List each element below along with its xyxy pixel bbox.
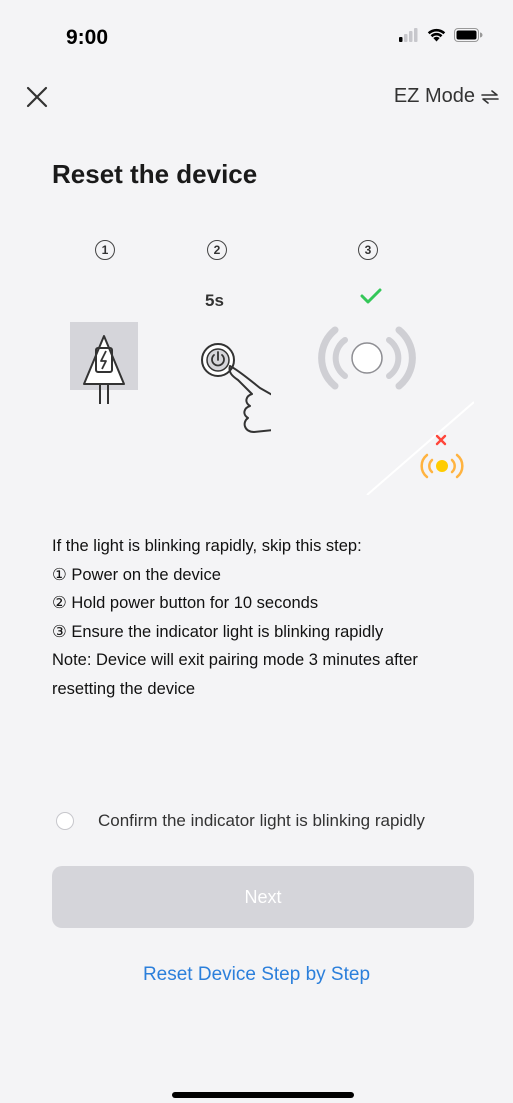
status-time: 9:00	[66, 26, 109, 49]
step-number-2: 2	[207, 240, 227, 260]
step-1-panel: 1	[52, 212, 158, 495]
radio-circle-icon[interactable]	[56, 812, 74, 830]
status-icons	[399, 27, 483, 42]
instruction-step-1: ① Power on the device	[52, 565, 221, 584]
battery-icon	[454, 27, 483, 42]
reset-step-by-step-link[interactable]: Reset Device Step by Step	[0, 964, 513, 986]
swap-arrows-icon	[481, 89, 499, 104]
instruction-step-3: ③ Ensure the indicator light is blinking…	[52, 622, 384, 641]
close-icon[interactable]	[24, 84, 50, 110]
ez-mode-toggle[interactable]: EZ Mode	[394, 85, 499, 108]
reset-illustration: 1 2 5s 3	[52, 212, 474, 495]
status-bar: 9:00	[0, 0, 513, 70]
page-title: Reset the device	[52, 159, 258, 189]
instruction-step-2: ② Hold power button for 10 seconds	[52, 594, 319, 612]
instructions-intro: If the light is blinking rapidly, skip t…	[52, 537, 362, 555]
instructions: If the light is blinking rapidly, skip t…	[52, 532, 482, 703]
slow-blinking-light-icon	[420, 453, 464, 479]
step-number-1: 1	[95, 240, 115, 260]
power-plug-icon	[70, 322, 138, 404]
step-3-panel: 3	[277, 212, 474, 495]
finger-press-power-button-icon	[201, 343, 271, 433]
confirm-label: Confirm the indicator light is blinking …	[98, 811, 425, 830]
instructions-note: Note: Device will exit pairing mode 3 mi…	[52, 651, 418, 698]
step-2-panel: 2 5s	[164, 212, 271, 495]
wifi-icon	[427, 28, 446, 42]
next-button[interactable]: Next	[52, 866, 474, 928]
confirm-blinking-checkbox[interactable]: Confirm the indicator light is blinking …	[56, 811, 425, 831]
error-x-icon	[435, 434, 447, 446]
mode-label: EZ Mode	[393, 85, 475, 107]
hold-duration-label: 5s	[205, 291, 224, 310]
home-indicator	[172, 1092, 354, 1098]
cellular-signal-icon	[399, 27, 418, 42]
